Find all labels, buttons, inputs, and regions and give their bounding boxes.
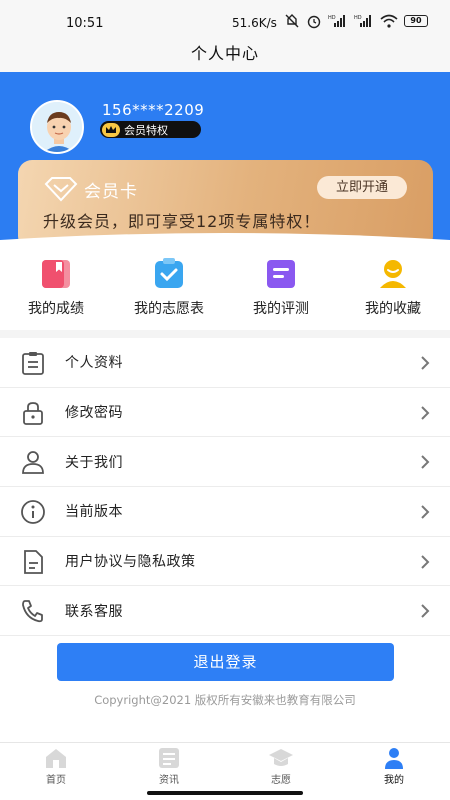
home-icon — [46, 749, 66, 768]
title-bar: 个人中心 — [0, 36, 450, 72]
hd-signal-icon: HD — [328, 15, 345, 27]
status-time: 10:51 — [66, 16, 104, 31]
tab-news[interactable]: 资讯 — [139, 747, 199, 786]
crown-icon — [102, 122, 120, 137]
quick-action-label: 我的收藏 — [365, 301, 421, 317]
user-star-icon — [380, 260, 406, 288]
menu-item-label: 当前版本 — [65, 504, 123, 521]
home-indicator[interactable] — [147, 791, 303, 795]
menu-item-contact-support[interactable]: 联系客服 — [0, 586, 450, 637]
menu-item-profile[interactable]: 个人资料 — [0, 338, 450, 388]
mute-icon — [285, 14, 299, 28]
news-icon — [159, 748, 179, 768]
chevron-right-icon — [421, 604, 430, 619]
logout-button[interactable]: 退出登录 — [57, 643, 394, 681]
quick-action-favorites[interactable]: 我的收藏 — [338, 258, 448, 318]
tab-label: 我的 — [384, 775, 404, 786]
profile-doc-icon — [22, 352, 44, 375]
user-phone: 156****2209 — [102, 101, 205, 119]
quick-action-label: 我的成绩 — [28, 301, 84, 317]
quick-action-volunteer-form[interactable]: 我的志愿表 — [114, 258, 224, 318]
hd-signal-icon: HD — [354, 15, 371, 27]
avatar[interactable] — [30, 100, 84, 154]
menu-item-change-password[interactable]: 修改密码 — [0, 388, 450, 438]
member-card-title: 会员卡 — [84, 182, 138, 202]
lock-icon — [23, 401, 43, 425]
user-icon — [22, 451, 44, 475]
network-speed: 51.6K/s — [232, 16, 277, 30]
clipboard-check-icon — [155, 258, 183, 288]
tab-mine[interactable]: 我的 — [364, 747, 424, 786]
info-icon — [21, 500, 45, 524]
alarm-icon — [307, 15, 321, 29]
chevron-right-icon — [421, 555, 430, 569]
phone-icon — [22, 600, 43, 623]
tab-label: 首页 — [46, 775, 66, 786]
battery-icon: 90 — [404, 15, 428, 27]
section-divider — [0, 330, 450, 338]
settings-menu: 个人资料 修改密码 关于我们 当前版本 用户协议与隐私政策 联系客服 — [0, 338, 450, 637]
tab-home[interactable]: 首页 — [26, 747, 86, 786]
quick-action-scores[interactable]: 我的成绩 — [1, 258, 111, 318]
person-icon — [385, 748, 403, 769]
document-icon — [267, 260, 295, 288]
tab-label: 资讯 — [159, 775, 179, 786]
chevron-right-icon — [421, 356, 430, 370]
chevron-right-icon — [421, 405, 430, 420]
graduation-cap-icon — [269, 749, 293, 766]
quick-actions: 我的成绩 我的志愿表 我的评测 我的收藏 — [0, 250, 450, 330]
copyright-text: Copyright@2021 版权所有安徽来也教育有限公司 — [94, 693, 356, 707]
chevron-right-icon — [421, 505, 430, 519]
file-icon — [24, 549, 43, 574]
menu-item-current-version[interactable]: 当前版本 — [0, 487, 450, 537]
tab-label: 志愿 — [271, 775, 291, 786]
wifi-icon — [380, 14, 398, 28]
menu-item-label: 修改密码 — [65, 405, 123, 422]
tab-volunteer[interactable]: 志愿 — [251, 747, 311, 786]
status-icons: HD HD 90 — [284, 13, 428, 29]
chevron-right-icon — [421, 455, 430, 470]
vip-label: 会员特权 — [124, 123, 168, 137]
menu-item-label: 联系客服 — [65, 603, 123, 620]
menu-item-label: 个人资料 — [65, 355, 123, 372]
svg-text:HD: HD — [328, 15, 336, 21]
page-title: 个人中心 — [190, 44, 259, 63]
menu-item-label: 用户协议与隐私政策 — [65, 554, 196, 571]
svg-text:HD: HD — [354, 15, 362, 21]
vip-badge[interactable]: 会员特权 — [100, 121, 201, 138]
quick-action-label: 我的志愿表 — [134, 301, 204, 317]
bookmark-book-icon — [42, 260, 70, 288]
quick-action-label: 我的评测 — [253, 301, 309, 317]
menu-item-about-us[interactable]: 关于我们 — [0, 437, 450, 488]
open-membership-button[interactable]: 立即开通 — [317, 176, 407, 199]
menu-item-user-agreement[interactable]: 用户协议与隐私政策 — [0, 537, 450, 587]
diamond-icon — [44, 177, 78, 202]
quick-action-assessment[interactable]: 我的评测 — [226, 258, 336, 318]
menu-item-label: 关于我们 — [65, 454, 123, 471]
